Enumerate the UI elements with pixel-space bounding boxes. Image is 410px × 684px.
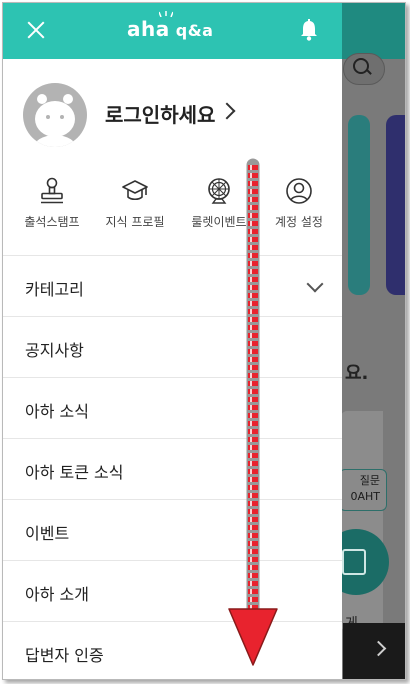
chevron-down-icon <box>306 275 324 293</box>
logo-sub: q&a <box>175 21 214 40</box>
stamp-icon <box>41 177 63 204</box>
menu-item-label: 이벤트 <box>25 524 70 543</box>
search-icon <box>353 58 369 74</box>
background-heading: 요. <box>345 363 369 384</box>
menu-item-category[interactable]: 카테고리 <box>3 255 342 316</box>
background-panel <box>341 411 383 631</box>
user-circle-icon <box>286 178 312 204</box>
menu-item-event[interactable]: 이벤트 <box>3 499 342 560</box>
menu-item-label: 아하 소식 <box>25 402 89 421</box>
logo-main: aha <box>127 17 170 41</box>
quick-actions: 출석스탬프 지식 프로필 룰렛이벤트 계정 설정 <box>3 169 342 255</box>
menu-item-label: 카테고리 <box>25 280 84 299</box>
menu-item-about[interactable]: 아하 소개 <box>3 560 342 621</box>
menu-item-label: 아하 토큰 소식 <box>25 463 124 482</box>
quick-action-label: 출석스탬프 <box>24 215 80 229</box>
avatar[interactable] <box>23 83 87 147</box>
menu-item-label: 답변자 인증 <box>25 646 104 665</box>
bell-icon[interactable] <box>299 19 319 41</box>
bubble-line: 질문 <box>359 474 380 487</box>
menu-item-token-news[interactable]: 아하 토큰 소식 <box>3 438 342 499</box>
scroll-down-arrow-icon <box>228 158 278 666</box>
close-icon[interactable] <box>25 19 47 41</box>
menu-item-label: 공지사항 <box>25 341 84 360</box>
quick-action-knowledge-profile[interactable]: 지식 프로필 <box>95 177 175 247</box>
app-logo: aha q&a <box>127 17 213 41</box>
background-reward-bubble: 질문 0AHT <box>339 469 387 511</box>
menu-item-aha-news[interactable]: 아하 소식 <box>3 377 342 438</box>
drawer-menu: 카테고리 공지사항 아하 소식 아하 토큰 소식 이벤트 아하 소개 답변자 인… <box>3 255 342 679</box>
background-banner-card <box>386 115 405 295</box>
quick-action-label: 지식 프로필 <box>105 215 165 229</box>
graduation-cap-icon <box>122 180 148 201</box>
drawer-header: aha q&a <box>3 3 342 59</box>
menu-item-notice[interactable]: 공지사항 <box>3 316 342 377</box>
app-window: 요. 질문 0AHT 게 ahaq&a <box>2 2 406 680</box>
background-banner-card <box>348 115 370 295</box>
profile-section[interactable]: 로그인하세요 <box>3 59 342 169</box>
quick-action-stamp[interactable]: 출석스탬프 <box>12 177 92 247</box>
login-prompt[interactable]: 로그인하세요 <box>105 99 215 128</box>
menu-item-label: 아하 소개 <box>25 585 89 604</box>
bubble-line: 0AHT <box>350 490 380 503</box>
menu-item-answerer-verification[interactable]: 답변자 인증 <box>3 621 342 679</box>
logo-spark-icon <box>159 11 173 17</box>
default-avatar-icon <box>33 94 77 147</box>
chevron-right-icon <box>218 102 236 120</box>
edit-icon <box>342 549 366 575</box>
side-drawer: aha q&a 로그인하세요 출석스탬프 지식 프로필 룰렛이벤트 계정 설정 … <box>3 3 342 679</box>
